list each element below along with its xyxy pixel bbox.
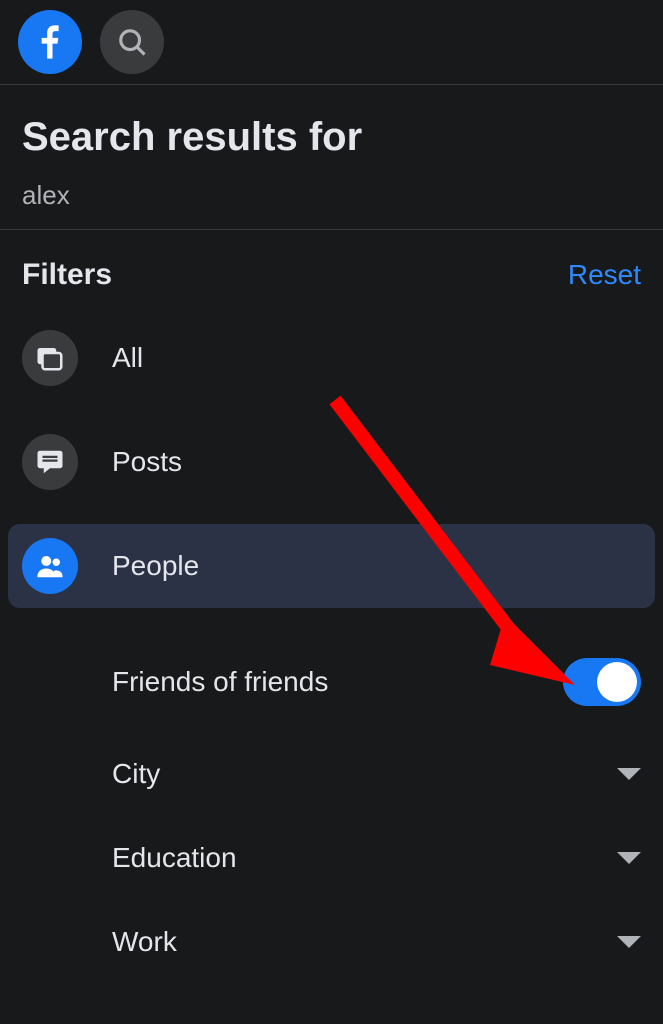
sub-filter-work[interactable]: Work bbox=[22, 900, 641, 984]
search-term: alex bbox=[22, 180, 641, 211]
chevron-down-icon bbox=[617, 768, 641, 780]
sub-filter-friends-of-friends: Friends of friends bbox=[22, 632, 641, 732]
search-button[interactable] bbox=[100, 10, 164, 74]
reset-link[interactable]: Reset bbox=[568, 259, 641, 291]
top-bar bbox=[0, 0, 663, 85]
all-icon bbox=[22, 330, 78, 386]
filter-label: All bbox=[112, 342, 143, 374]
facebook-logo[interactable] bbox=[18, 10, 82, 74]
sub-filter-label: City bbox=[112, 758, 160, 790]
sub-filter-education[interactable]: Education bbox=[22, 816, 641, 900]
chevron-down-icon bbox=[617, 852, 641, 864]
sub-filter-label: Education bbox=[112, 842, 237, 874]
sub-filter-city[interactable]: City bbox=[22, 732, 641, 816]
posts-icon bbox=[22, 434, 78, 490]
filter-item-posts[interactable]: Posts bbox=[8, 420, 655, 504]
header-section: Search results for alex bbox=[0, 85, 663, 230]
filter-item-all[interactable]: All bbox=[8, 316, 655, 400]
sub-filter-list: Friends of friends City Education Work bbox=[0, 632, 663, 984]
chevron-down-icon bbox=[617, 936, 641, 948]
search-icon bbox=[117, 27, 147, 57]
friends-of-friends-toggle[interactable] bbox=[563, 658, 641, 706]
people-icon bbox=[22, 538, 78, 594]
filter-category-list: All Posts People bbox=[0, 312, 663, 632]
filter-item-people[interactable]: People bbox=[8, 524, 655, 608]
filters-header: Filters Reset bbox=[0, 230, 663, 312]
sub-filter-label: Work bbox=[112, 926, 177, 958]
filter-label: Posts bbox=[112, 446, 182, 478]
page-title: Search results for bbox=[22, 115, 641, 160]
filter-label: People bbox=[112, 550, 199, 582]
filters-title: Filters bbox=[22, 258, 112, 292]
toggle-handle bbox=[597, 662, 637, 702]
sub-filter-label: Friends of friends bbox=[112, 666, 328, 698]
facebook-icon bbox=[30, 22, 70, 62]
